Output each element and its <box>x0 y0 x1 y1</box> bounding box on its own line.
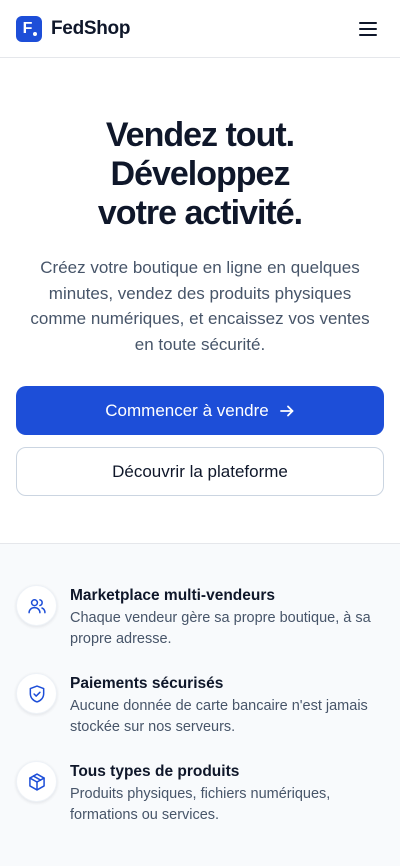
feature-text: Marketplace multi-vendeurs Chaque vendeu… <box>70 585 384 650</box>
logo-dot <box>33 31 37 36</box>
menu-button[interactable] <box>356 17 380 41</box>
feature-description: Produits physiques, fichiers numériques,… <box>70 786 331 823</box>
feature-icon-wrapper <box>16 761 57 802</box>
discover-platform-button[interactable]: Découvrir la plateforme <box>16 447 384 496</box>
feature-text: Tous types de produits Produits physique… <box>70 761 384 826</box>
users-icon <box>27 598 46 613</box>
hero-title-line-2: Développez <box>110 155 291 193</box>
feature-description: Chaque vendeur gère sa propre boutique, … <box>70 610 371 647</box>
start-selling-button[interactable]: Commencer à vendre <box>16 386 384 435</box>
arrow-right-icon <box>279 405 294 416</box>
feature-description: Aucune donnée de carte bancaire n'est ja… <box>70 698 368 735</box>
feature-title: Tous types de produits <box>70 763 240 780</box>
feature-icon-wrapper <box>16 585 57 626</box>
hero-subtitle: Créez votre boutique en ligne en quelque… <box>30 258 370 354</box>
fedshop-logo-icon: F <box>16 15 42 42</box>
hamburger-menu-icon <box>359 21 377 36</box>
hero-section: Vendez tout. Développez votre activité. … <box>0 58 400 543</box>
feature-icon-wrapper <box>16 673 57 714</box>
brand[interactable]: F FedShop <box>16 15 131 42</box>
feature-text: Paiements sécurisés Aucune donnée de car… <box>70 673 384 738</box>
shield-check-icon <box>29 684 44 703</box>
feature-item: Paiements sécurisés Aucune donnée de car… <box>16 673 384 738</box>
brand-name: FedShop <box>51 17 131 39</box>
hero-title-line-3: votre activité. <box>97 194 303 232</box>
feature-title: Paiements sécurisés <box>70 675 224 692</box>
hero-title: Vendez tout. Développez votre activité. <box>16 116 384 233</box>
features-section: Marketplace multi-vendeurs Chaque vendeu… <box>0 543 400 866</box>
feature-title: Marketplace multi-vendeurs <box>70 587 276 604</box>
feature-item: Tous types de produits Produits physique… <box>16 761 384 826</box>
hero-title-line-1: Vendez tout. <box>105 116 295 154</box>
start-selling-label: Commencer à vendre <box>105 400 269 420</box>
feature-item: Marketplace multi-vendeurs Chaque vendeu… <box>16 585 384 650</box>
package-icon <box>28 772 45 791</box>
logo-letter: F <box>22 19 33 37</box>
top-header: F FedShop <box>0 0 400 58</box>
